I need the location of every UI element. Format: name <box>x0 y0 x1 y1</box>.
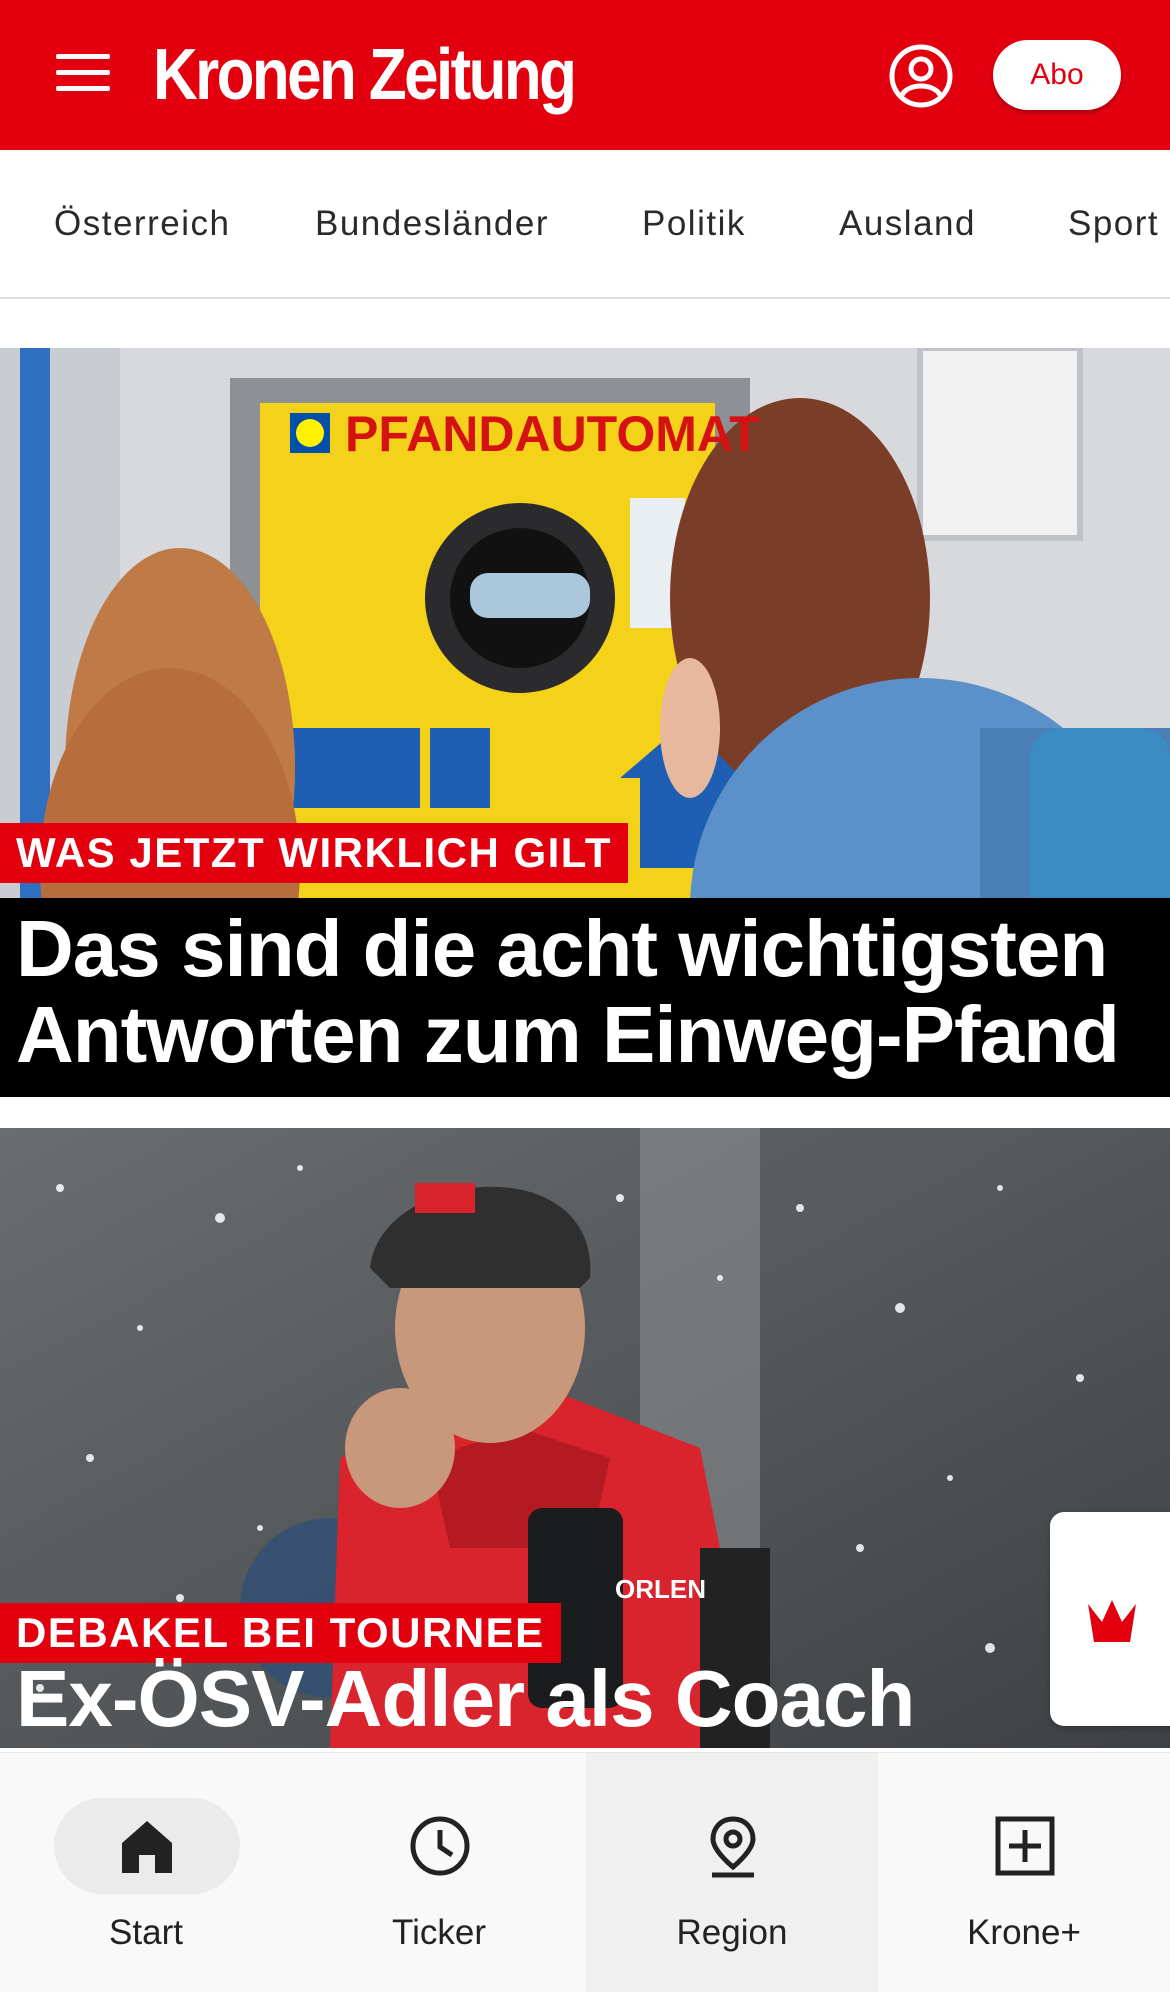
nav-start-label: Start <box>109 1913 183 1952</box>
pfandautomat-sign: PFANDAUTOMAT <box>345 406 760 462</box>
nav-start[interactable]: Start <box>0 1753 292 1992</box>
site-logo[interactable]: Kronen Zeitung <box>153 30 577 120</box>
bottom-navigation: Start Ticker Region Krone+ <box>0 1752 1170 1992</box>
user-account-icon[interactable] <box>888 43 954 109</box>
nav-ticker[interactable]: Ticker <box>293 1753 585 1992</box>
category-politik[interactable]: Politik <box>642 150 746 297</box>
article-kicker: WAS JETZT WIRKLICH GILT <box>0 823 629 883</box>
nav-region[interactable]: Region <box>586 1753 878 1992</box>
article-card[interactable]: PFANDAUTOMAT WAS JETZT WIRKLICH GILT Das… <box>0 348 1170 1097</box>
abo-button[interactable]: Abo <box>993 40 1121 110</box>
jacket-sponsor-text: ORLEN <box>615 1574 706 1604</box>
krone-crown-icon <box>1088 1600 1136 1642</box>
category-oesterreich[interactable]: Österreich <box>54 150 230 297</box>
nav-kroneplus-label: Krone+ <box>967 1913 1081 1952</box>
article-headline[interactable]: Ex-ÖSV-Adler als Coach <box>0 1648 1170 1748</box>
clock-icon <box>410 1816 470 1876</box>
nav-ticker-label: Ticker <box>392 1913 486 1952</box>
nav-region-label: Region <box>676 1913 788 1952</box>
category-nav: Österreich Bundesländer Politik Ausland … <box>0 150 1170 299</box>
home-icon <box>122 1821 172 1873</box>
nav-kroneplus[interactable]: Krone+ <box>878 1753 1170 1992</box>
krone-floating-button[interactable] <box>1050 1512 1170 1726</box>
article-card[interactable]: ORLEN DEBAKEL BEI TOURNEE Ex-ÖSV-Adler a… <box>0 1128 1170 1748</box>
category-sport[interactable]: Sport <box>1068 150 1159 297</box>
hamburger-menu-icon[interactable] <box>50 48 120 104</box>
top-app-bar: Kronen Zeitung Abo <box>0 0 1170 150</box>
category-ausland[interactable]: Ausland <box>839 150 976 297</box>
plus-box-icon <box>995 1816 1055 1876</box>
category-bundeslaender[interactable]: Bundesländer <box>315 150 549 297</box>
location-pin-icon <box>710 1816 756 1878</box>
article-headline[interactable]: Das sind die acht wichtigsten Antworten … <box>0 898 1170 1097</box>
